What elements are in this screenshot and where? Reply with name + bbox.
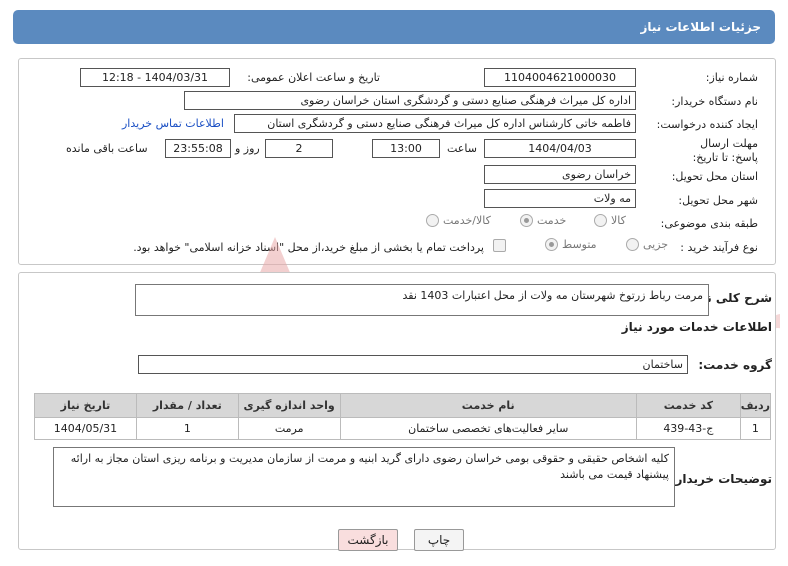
col-qty: تعداد / مقدار	[135, 393, 239, 418]
back-button[interactable]: بازگشت	[338, 529, 398, 551]
creator-field[interactable]: فاطمه خاتی کارشناس اداره کل میراث فرهنگی…	[234, 114, 636, 133]
category-both-label: کالا/خدمت	[443, 214, 491, 227]
contact-buyer-link[interactable]: اطلاعات تماس خریدار	[122, 117, 224, 130]
process-minor-radio[interactable]	[626, 238, 639, 251]
need-details-panel	[18, 58, 776, 265]
announce-label: تاریخ و ساعت اعلان عمومی:	[247, 71, 380, 84]
cell-qty: 1	[135, 417, 239, 440]
category-goods-radio[interactable]	[594, 214, 607, 227]
category-option-goods[interactable]: کالا	[594, 214, 626, 227]
cell-date: 1404/05/31	[34, 417, 137, 440]
need-number-field[interactable]: 1104004621000030	[484, 68, 636, 87]
col-date: تاریخ نیاز	[34, 393, 137, 418]
col-unit: واحد اندازه گیری	[237, 393, 341, 418]
col-name: نام خدمت	[339, 393, 637, 418]
process-label: نوع فرآیند خرید :	[680, 241, 758, 254]
deadline-label: مهلت ارسال پاسخ: تا تاریخ:	[688, 137, 758, 165]
page-title: جزئیات اطلاعات نیاز	[640, 20, 761, 34]
need-number-label: شماره نیاز:	[705, 71, 758, 84]
province-label: استان محل تحویل:	[671, 170, 758, 183]
remaining-days-field[interactable]: 2	[265, 139, 333, 158]
table-header-row: ردیف کد خدمت نام خدمت واحد اندازه گیری ت…	[34, 393, 772, 418]
remaining-days-label: روز و	[235, 142, 260, 155]
table-row[interactable]: 1 ج-43-439 سایر فعالیت‌های تخصصی ساختمان…	[34, 417, 772, 440]
service-group-field[interactable]: ساختمان	[138, 355, 688, 374]
province-field[interactable]: خراسان رضوی	[484, 165, 636, 184]
services-section-title: اطلاعات خدمات مورد نیاز	[621, 320, 772, 334]
announce-field[interactable]: 1404/03/31 - 12:18	[80, 68, 230, 87]
treasury-payment-checkbox[interactable]	[493, 239, 506, 252]
category-label: طبقه بندی موضوعی:	[660, 217, 758, 230]
buyer-notes-textbox[interactable]: کلیه اشخاص حقیقی و حقوقی بومی خراسان رضو…	[53, 447, 675, 507]
process-option-medium[interactable]: متوسط	[545, 238, 597, 251]
deadline-label-text: مهلت ارسال پاسخ: تا تاریخ:	[692, 137, 758, 164]
col-code: کد خدمت	[635, 393, 741, 418]
summary-textbox[interactable]: مرمت رباط زرتوخ شهرستان مه ولات از محل ا…	[135, 284, 709, 316]
process-minor-label: جزیی	[643, 238, 669, 251]
deadline-time-label: ساعت	[447, 142, 477, 155]
services-table: ردیف کد خدمت نام خدمت واحد اندازه گیری ت…	[34, 393, 772, 440]
remaining-time-field[interactable]: 23:55:08	[165, 139, 231, 158]
buyer-org-field[interactable]: اداره کل میراث فرهنگی صنایع دستی و گردشگ…	[184, 91, 636, 110]
deadline-time-field[interactable]: 13:00	[372, 139, 440, 158]
buyer-notes-label: توضیحات خریدار:	[670, 472, 772, 486]
category-service-label: خدمت	[537, 214, 567, 227]
col-row: ردیف	[739, 393, 772, 418]
service-group-label: گروه خدمت:	[698, 358, 772, 372]
page-header: جزئیات اطلاعات نیاز	[13, 10, 775, 44]
cell-name: سایر فعالیت‌های تخصصی ساختمان	[339, 417, 637, 440]
creator-label: ایجاد کننده درخواست:	[656, 118, 758, 131]
remaining-time-label: ساعت باقی مانده	[66, 142, 148, 155]
category-both-radio[interactable]	[426, 214, 439, 227]
print-button[interactable]: چاپ	[414, 529, 464, 551]
process-medium-label: متوسط	[562, 238, 597, 251]
process-medium-radio[interactable]	[545, 238, 558, 251]
category-service-radio[interactable]	[520, 214, 533, 227]
city-label: شهر محل تحویل:	[678, 194, 758, 207]
services-table-wrap: ردیف کد خدمت نام خدمت واحد اندازه گیری ت…	[34, 393, 772, 440]
category-option-both[interactable]: کالا/خدمت	[426, 214, 491, 227]
cell-code: ج-43-439	[635, 417, 741, 440]
category-option-service[interactable]: خدمت	[520, 214, 566, 227]
cell-unit: مرمت	[237, 417, 341, 440]
city-field[interactable]: مه ولات	[484, 189, 636, 208]
deadline-date-field[interactable]: 1404/04/03	[484, 139, 636, 158]
buyer-org-label: نام دستگاه خریدار:	[671, 95, 758, 108]
process-option-minor[interactable]: جزیی	[626, 238, 668, 251]
cell-row: 1	[739, 417, 772, 440]
category-goods-label: کالا	[611, 214, 626, 227]
treasury-payment-note: پرداخت تمام یا بخشی از مبلغ خرید،از محل …	[133, 241, 484, 254]
